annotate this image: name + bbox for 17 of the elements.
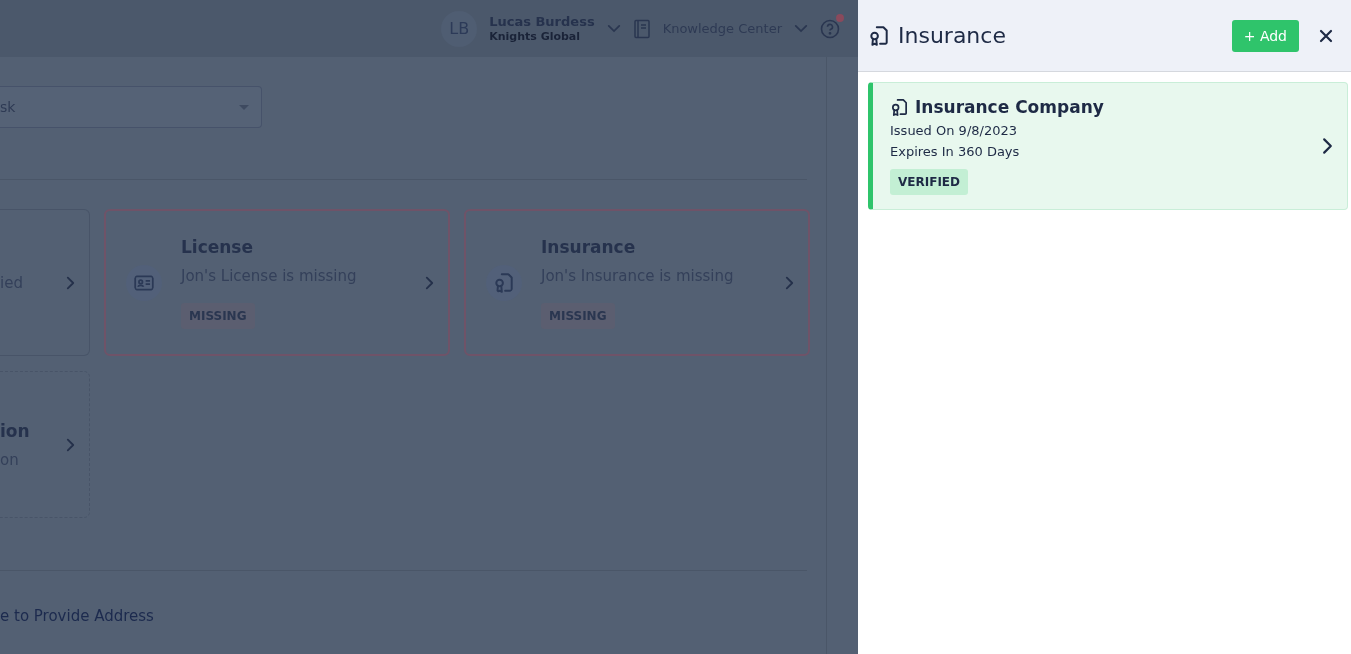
close-icon[interactable]: [1319, 28, 1333, 43]
certificate-icon: [486, 264, 522, 301]
insurance-record-card[interactable]: Insurance Company Issued On 9/8/2023 Expires In 360 Days VERIFIED: [868, 82, 1348, 210]
chevron-down-icon[interactable]: [606, 24, 621, 33]
certificate-icon: [868, 24, 890, 47]
status-badge: VERIFIED: [890, 169, 968, 195]
certificate-icon: [890, 97, 909, 117]
expiry-text: Expires In 360 Days: [890, 144, 1021, 159]
panel-title: Insurance: [898, 23, 1007, 48]
chevron-down-icon[interactable]: [794, 24, 808, 33]
chevron-right-icon[interactable]: [1322, 137, 1333, 155]
book-icon[interactable]: [632, 18, 651, 39]
add-button[interactable]: + Add: [1231, 19, 1299, 52]
issued-date: Issued On 9/8/2023: [890, 123, 1018, 138]
id-card-icon: [126, 264, 162, 301]
record-title: Insurance Company: [915, 97, 1104, 117]
help-icon[interactable]: [820, 18, 840, 39]
